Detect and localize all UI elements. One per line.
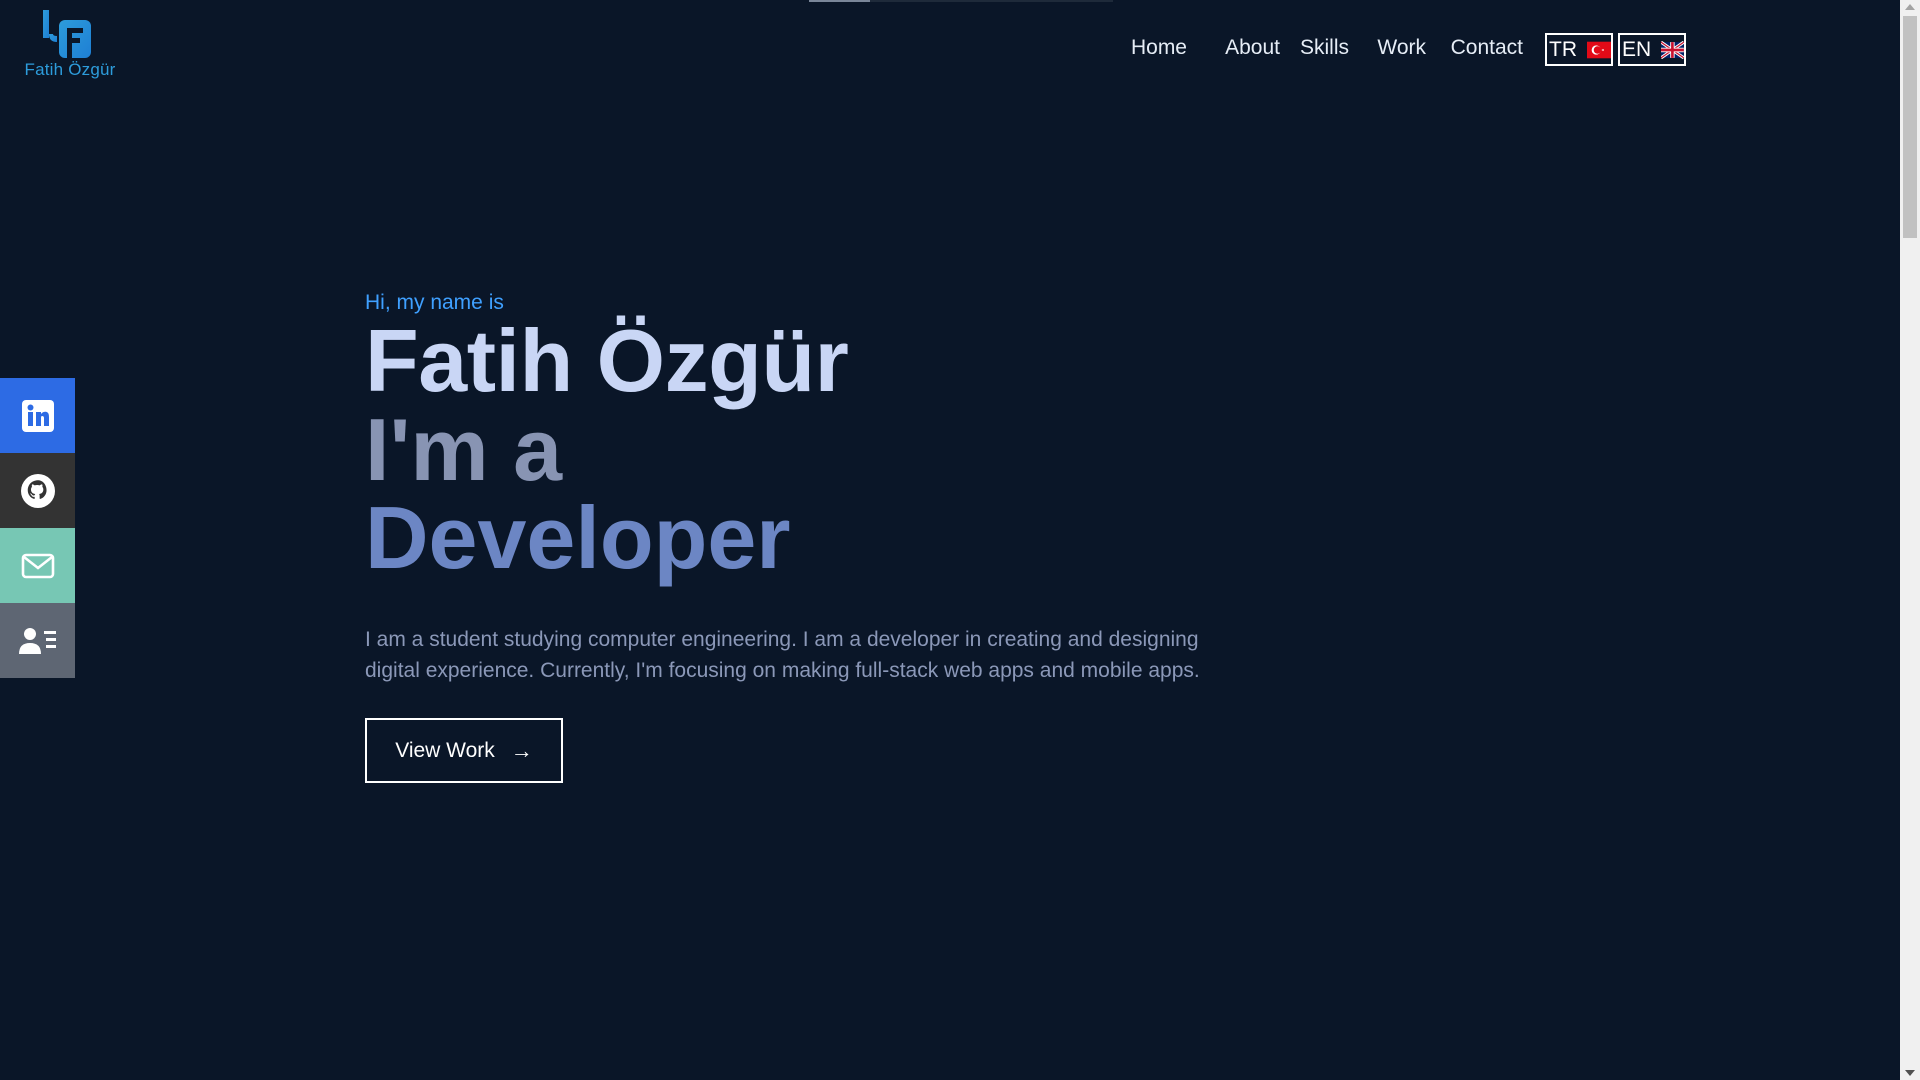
turkey-flag-icon [1587,41,1611,58]
page: Fatih Özgür Home About Skills Work Conta… [0,0,1900,1080]
page-scrollbar[interactable] [1900,0,1920,1080]
scroll-progress-bar [809,0,1113,2]
hero-section: Hi, my name is Fatih Özgür I'm a Develop… [365,290,1265,707]
social-rail [0,378,75,678]
nav-contact[interactable]: Contact [1451,36,1523,60]
lang-tr-button[interactable]: TR [1545,33,1613,66]
scrollbar-thumb[interactable] [1903,16,1917,238]
github-link[interactable] [0,453,75,528]
scroll-down-arrow-icon[interactable] [1905,1070,1915,1076]
scroll-progress-fill [809,0,870,2]
view-work-button[interactable]: View Work → [365,718,563,783]
hero-role: I'm a Developer [365,406,1265,582]
uk-flag-icon [1661,40,1684,59]
linkedin-icon [21,399,54,432]
nav-home[interactable]: Home [1131,36,1187,60]
contact-card-link[interactable] [0,603,75,678]
nav-about[interactable]: About [1225,36,1280,60]
hero-bio: I am a student studying computer enginee… [365,628,1200,682]
lang-en-label: EN [1622,37,1652,61]
email-link[interactable] [0,528,75,603]
scroll-up-arrow-icon[interactable] [1905,4,1915,10]
nav-work[interactable]: Work [1377,36,1426,60]
hero-role-word: Developer [365,488,791,587]
linkedin-link[interactable] [0,378,75,453]
view-work-label: View Work [395,738,495,762]
nav-skills[interactable]: Skills [1300,36,1349,60]
lang-tr-label: TR [1549,37,1577,61]
mail-icon [21,553,54,578]
arrow-right-icon: → [510,737,533,763]
hero-role-prefix: I'm a [365,400,563,499]
site-logo[interactable]: Fatih Özgür [20,8,120,84]
fo-monogram-icon [43,10,91,58]
contact-card-icon [18,627,56,654]
hero-name: Fatih Özgür [365,311,849,410]
github-icon [20,473,55,508]
logo-text: Fatih Özgür [24,60,116,79]
lang-en-button[interactable]: EN [1618,33,1686,66]
